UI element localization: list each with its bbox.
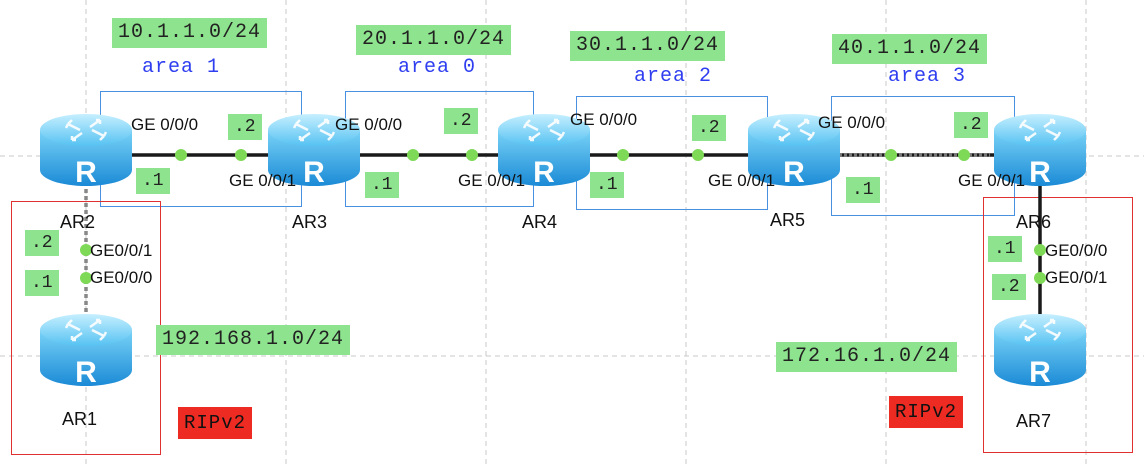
protocol-label-rip-right: RIPv2	[889, 396, 964, 428]
svg-text:R: R	[783, 156, 805, 189]
network-label-172: 172.16.1.0/24	[776, 342, 958, 372]
host-ip-label: .1	[365, 172, 399, 198]
area-label-1: area 1	[142, 56, 221, 79]
port-dot	[885, 149, 897, 161]
area-label-0: area 0	[398, 56, 477, 79]
interface-label: GE 0/0/0	[335, 115, 403, 134]
host-ip-label: .1	[25, 270, 59, 296]
svg-text:R: R	[75, 156, 97, 189]
router-name-ar3: AR3	[292, 212, 328, 232]
router-name-ar6: AR6	[1016, 212, 1052, 232]
interface-label: GE 0/0/1	[229, 171, 297, 190]
port-dot	[617, 149, 629, 161]
router-name-ar7: AR7	[1016, 411, 1052, 431]
interface-label: GE 0/0/1	[708, 171, 776, 190]
host-ip-label: .1	[988, 236, 1022, 262]
svg-text:R: R	[75, 356, 97, 389]
router-name-ar5: AR5	[770, 210, 806, 230]
network-label-30: 30.1.1.0/24	[570, 31, 726, 61]
interface-label: GE 0/0/1	[458, 171, 526, 190]
svg-text:R: R	[303, 156, 325, 189]
router-icon[interactable]: R	[38, 108, 134, 192]
host-ip-label: .1	[846, 177, 880, 203]
router-name-ar2: AR2	[60, 212, 96, 232]
host-ip-label: .1	[136, 168, 170, 194]
interface-label: GE0/0/1	[1045, 268, 1108, 287]
svg-text:R: R	[1029, 156, 1051, 189]
router-icon[interactable]: R	[992, 308, 1088, 392]
interface-label: GE0/0/1	[90, 241, 153, 260]
port-dot	[466, 149, 478, 161]
area-label-3: area 3	[888, 65, 967, 88]
interface-label: GE 0/0/0	[818, 113, 886, 132]
host-ip-label: .2	[954, 112, 988, 138]
port-dot	[235, 149, 247, 161]
router-icon[interactable]: R	[38, 308, 134, 392]
interface-label: GE0/0/0	[90, 268, 153, 287]
protocol-label-rip-left: RIPv2	[178, 407, 253, 439]
host-ip-label: .1	[590, 172, 624, 198]
svg-text:R: R	[1029, 356, 1051, 389]
network-topology-diagram: R R R R R R R 10.1.1.0/24 20.1.1.0/24 30…	[0, 0, 1144, 468]
interface-label: GE0/0/0	[1045, 241, 1108, 260]
network-label-192: 192.168.1.0/24	[156, 325, 351, 355]
port-dot	[407, 149, 419, 161]
network-label-40: 40.1.1.0/24	[832, 34, 988, 64]
router-name-ar4: AR4	[522, 212, 558, 232]
svg-text:R: R	[533, 156, 555, 189]
port-dot	[692, 149, 704, 161]
host-ip-label: .2	[692, 115, 726, 141]
port-dot	[958, 149, 970, 161]
host-ip-label: .2	[228, 114, 262, 140]
host-ip-label: .2	[25, 230, 59, 256]
interface-label: GE 0/0/0	[570, 110, 638, 129]
router-name-ar1: AR1	[62, 409, 98, 429]
network-label-20: 20.1.1.0/24	[356, 25, 512, 55]
host-ip-label: .2	[444, 108, 478, 134]
area-label-2: area 2	[634, 65, 713, 88]
host-ip-label: .2	[992, 274, 1026, 300]
interface-label: GE 0/0/1	[958, 171, 1026, 190]
interface-label: GE 0/0/0	[131, 115, 199, 134]
network-label-10: 10.1.1.0/24	[112, 18, 268, 48]
port-dot	[175, 149, 187, 161]
